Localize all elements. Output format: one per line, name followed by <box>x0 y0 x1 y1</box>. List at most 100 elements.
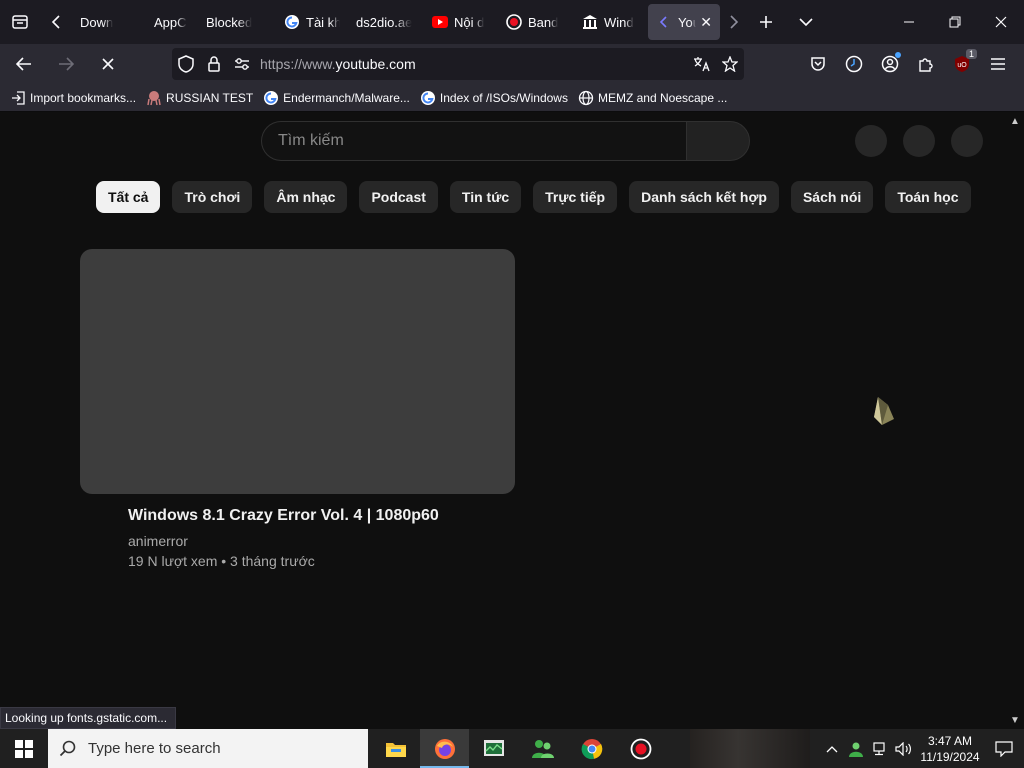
extensions-button[interactable] <box>908 48 944 80</box>
tab-ds2dio[interactable]: ds2dio.ae <box>348 4 424 40</box>
back-button[interactable] <box>6 48 42 80</box>
create-button-placeholder[interactable] <box>855 125 887 157</box>
bookmark-memz[interactable]: MEMZ and Noescape ... <box>578 90 727 106</box>
app-menu-button[interactable] <box>980 48 1016 80</box>
translate-icon[interactable] <box>688 48 716 80</box>
taskbar-file-explorer[interactable] <box>371 729 420 768</box>
windows-logo-icon <box>15 739 33 758</box>
scrollbar-down-arrow[interactable]: ▼ <box>1008 712 1022 728</box>
chip-music[interactable]: Âm nhạc <box>264 181 348 213</box>
new-tab-button[interactable] <box>748 0 784 44</box>
taskbar-chrome[interactable] <box>567 729 616 768</box>
ublock-origin-button[interactable]: uO 1 <box>944 48 980 80</box>
taskbar-clock[interactable]: 3:47 AM 11/19/2024 <box>916 733 984 765</box>
network-icon <box>873 741 885 755</box>
chip-games[interactable]: Trò chơi <box>172 181 253 213</box>
permissions-icon[interactable] <box>228 48 256 80</box>
recorder-icon <box>630 738 651 759</box>
pocket-button[interactable] <box>800 48 836 80</box>
status-bar: Looking up fonts.gstatic.com... <box>0 707 177 729</box>
taskbar-recorder[interactable] <box>616 729 665 768</box>
tab-blocked[interactable]: Blocked <box>198 4 276 40</box>
taskbar-users-app[interactable] <box>518 729 567 768</box>
start-button[interactable] <box>0 729 48 768</box>
tab-downloads[interactable]: Down <box>72 4 146 40</box>
chip-label: Tin tức <box>461 189 510 205</box>
avatar-placeholder[interactable] <box>951 125 983 157</box>
users-icon <box>531 739 554 758</box>
loading-icon <box>656 14 672 30</box>
action-center-button[interactable] <box>984 729 1024 768</box>
url-text[interactable]: https://www.youtube.com <box>260 56 688 72</box>
bookmark-star-icon[interactable] <box>716 48 744 80</box>
firefox-icon <box>434 738 455 759</box>
scrollbar-up-arrow[interactable]: ▲ <box>1008 113 1022 129</box>
tab-label: Band <box>528 14 559 30</box>
wallpaper-peek <box>690 729 810 768</box>
network-button[interactable] <box>868 729 892 768</box>
tab-bandicam[interactable]: Band <box>498 4 574 40</box>
bookmark-isos[interactable]: Index of /ISOs/Windows <box>420 90 568 106</box>
notifications-button-placeholder[interactable] <box>903 125 935 157</box>
chip-podcast[interactable]: Podcast <box>359 181 438 213</box>
address-bar[interactable]: https://www.youtube.com <box>172 48 744 80</box>
tracking-protection-icon[interactable] <box>172 48 200 80</box>
taskbar-firefox[interactable] <box>420 729 469 768</box>
youtube-search-button[interactable] <box>686 121 750 161</box>
chip-math[interactable]: Toán học <box>885 181 971 213</box>
video-title[interactable]: Windows 8.1 Crazy Error Vol. 4 | 1080p60 <box>128 507 439 525</box>
search-icon <box>48 740 88 758</box>
forward-button[interactable] <box>48 48 84 80</box>
tab-google-account[interactable]: Tài kh <box>276 4 348 40</box>
lock-icon[interactable] <box>200 48 228 80</box>
tab-windows[interactable]: Wind <box>574 4 644 40</box>
restore-button[interactable] <box>932 0 978 44</box>
toolbar-right: uO 1 <box>800 48 1016 80</box>
close-window-button[interactable] <box>978 0 1024 44</box>
tab-youtube-active[interactable]: You ✕ <box>648 4 720 40</box>
bookmark-label: RUSSIAN TEST <box>166 90 254 105</box>
account-button[interactable] <box>872 48 908 80</box>
url-domain: youtube.com <box>335 56 416 72</box>
chip-audiobooks[interactable]: Sách nói <box>790 181 874 213</box>
account-status-dot <box>895 52 901 58</box>
tab-scroll-left-button[interactable] <box>40 0 72 44</box>
firefox-account-sync-button[interactable] <box>836 48 872 80</box>
chip-live[interactable]: Trực tiếp <box>533 181 618 213</box>
minimize-button[interactable] <box>886 0 932 44</box>
chip-mixes[interactable]: Danh sách kết hợp <box>629 181 779 213</box>
stop-button[interactable] <box>90 48 126 80</box>
clock-time: 3:47 AM <box>927 733 973 748</box>
volume-button[interactable] <box>892 729 916 768</box>
chevron-right-icon <box>730 15 739 29</box>
video-thumbnail[interactable] <box>80 249 515 494</box>
clock-date: 11/19/2024 <box>920 749 980 764</box>
url-prefix: https://www. <box>260 56 336 72</box>
tab-bar: Down AppC Blocked Tài kh ds2dio.ae Nội d… <box>0 0 1024 44</box>
tab-youtube-content[interactable]: Nội d <box>424 4 498 40</box>
firefox-view-button[interactable] <box>0 0 40 44</box>
bookmark-label: Import bookmarks... <box>30 90 137 105</box>
stop-icon <box>102 58 114 70</box>
list-all-tabs-button[interactable] <box>784 0 828 44</box>
show-hidden-icons-button[interactable] <box>820 729 844 768</box>
close-tab-icon[interactable]: ✕ <box>700 14 712 31</box>
windows-taskbar: Type here to search 3:47 AM 11/19/2024 <box>0 729 1024 768</box>
bookmark-endermanch[interactable]: Endermanch/Malware... <box>263 90 410 106</box>
chip-news[interactable]: Tin tức <box>449 181 522 213</box>
tab-appc[interactable]: AppC <box>146 4 198 40</box>
video-channel[interactable]: animerror <box>128 533 188 549</box>
bookmark-russian-test[interactable]: RUSSIAN TEST <box>146 90 253 106</box>
tab-scroll-right-button[interactable] <box>720 0 748 44</box>
tray-users-icon[interactable] <box>844 729 868 768</box>
bookmark-label: Endermanch/Malware... <box>283 90 410 105</box>
navigation-toolbar: https://www.youtube.com uO 1 <box>0 44 1024 84</box>
status-text: Looking up fonts.gstatic.com... <box>5 711 168 725</box>
taskbar-task-manager[interactable] <box>469 729 518 768</box>
chip-all[interactable]: Tất cả <box>96 181 161 213</box>
bookmark-import[interactable]: Import bookmarks... <box>10 90 136 106</box>
youtube-search-input[interactable]: Tìm kiếm <box>261 121 687 161</box>
taskbar-search-box[interactable]: Type here to search <box>48 729 368 768</box>
notification-icon <box>995 740 1013 757</box>
close-icon <box>995 16 1007 28</box>
